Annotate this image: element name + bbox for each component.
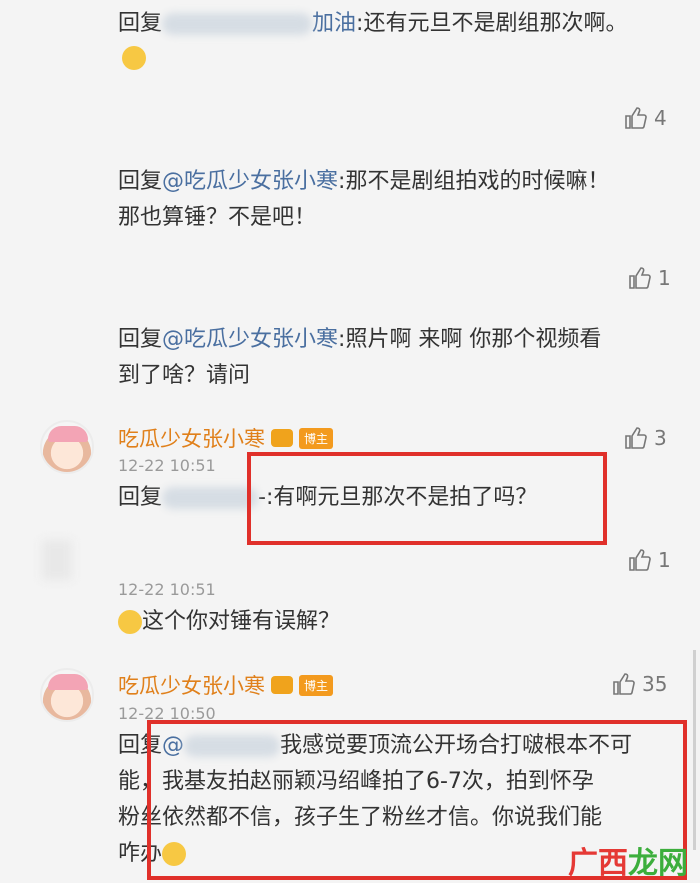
host-badge: 博主 (299, 427, 334, 449)
like-button[interactable]: 1 (628, 548, 671, 572)
thumbs-up-icon (625, 427, 647, 449)
mention-link[interactable]: @吃瓜少女张小寒 (162, 169, 338, 194)
comment-4-header: 吃瓜少女张小寒 博主 (118, 423, 334, 453)
thumbs-up-icon (629, 267, 651, 289)
thumbs-up-icon (613, 673, 635, 695)
comment-3-line2: 到了啥？请问 (118, 363, 251, 388)
doge-emoji (122, 46, 146, 70)
laugh-cry-emoji (118, 610, 142, 634)
comment-2-line2: 那也算锤？不是吧！ (118, 205, 317, 230)
like-count: 4 (654, 106, 667, 130)
blurred-username (162, 487, 259, 509)
like-count: 1 (658, 266, 671, 290)
like-count: 35 (642, 672, 668, 696)
comment-time: 12-22 10:51 (118, 580, 216, 599)
like-button[interactable]: 1 (628, 266, 671, 290)
thumbs-up-icon (625, 107, 647, 129)
comment-1-text: 回复 加油:还有元旦不是剧组那次啊。 (118, 11, 628, 36)
like-button[interactable]: 3 (624, 426, 667, 450)
site-watermark: 广西龙网 (568, 846, 688, 881)
like-button[interactable]: 4 (624, 106, 667, 130)
scrollbar[interactable] (693, 650, 696, 850)
blurred-username (162, 13, 313, 35)
username-link[interactable]: 吃瓜少女张小寒 (118, 670, 265, 700)
thumbs-up-icon (629, 549, 651, 571)
like-button[interactable]: 35 (612, 672, 667, 696)
comment-5-text: 这个你对锤有误解？ (118, 604, 340, 640)
mention-link[interactable]: @吃瓜少女张小寒 (162, 327, 338, 352)
crown-badge-icon (271, 429, 293, 447)
highlight-box (247, 452, 607, 545)
user-avatar[interactable] (40, 668, 94, 722)
user-avatar[interactable] (40, 420, 94, 474)
username-link[interactable]: 吃瓜少女张小寒 (118, 423, 265, 453)
blurred-avatar (42, 540, 72, 580)
host-badge: 博主 (299, 674, 334, 696)
comment-time: 12-22 10:51 (118, 456, 216, 475)
comment-6-header: 吃瓜少女张小寒 博主 (118, 670, 334, 700)
comment-3-line1: 回复@吃瓜少女张小寒:照片啊 来啊 你那个视频看 (118, 327, 602, 352)
comment-2-line1: 回复@吃瓜少女张小寒:那不是剧组拍戏的时候嘛！ (118, 169, 610, 194)
like-count: 3 (654, 426, 667, 450)
crown-badge-icon (271, 676, 293, 694)
like-count: 1 (658, 548, 671, 572)
